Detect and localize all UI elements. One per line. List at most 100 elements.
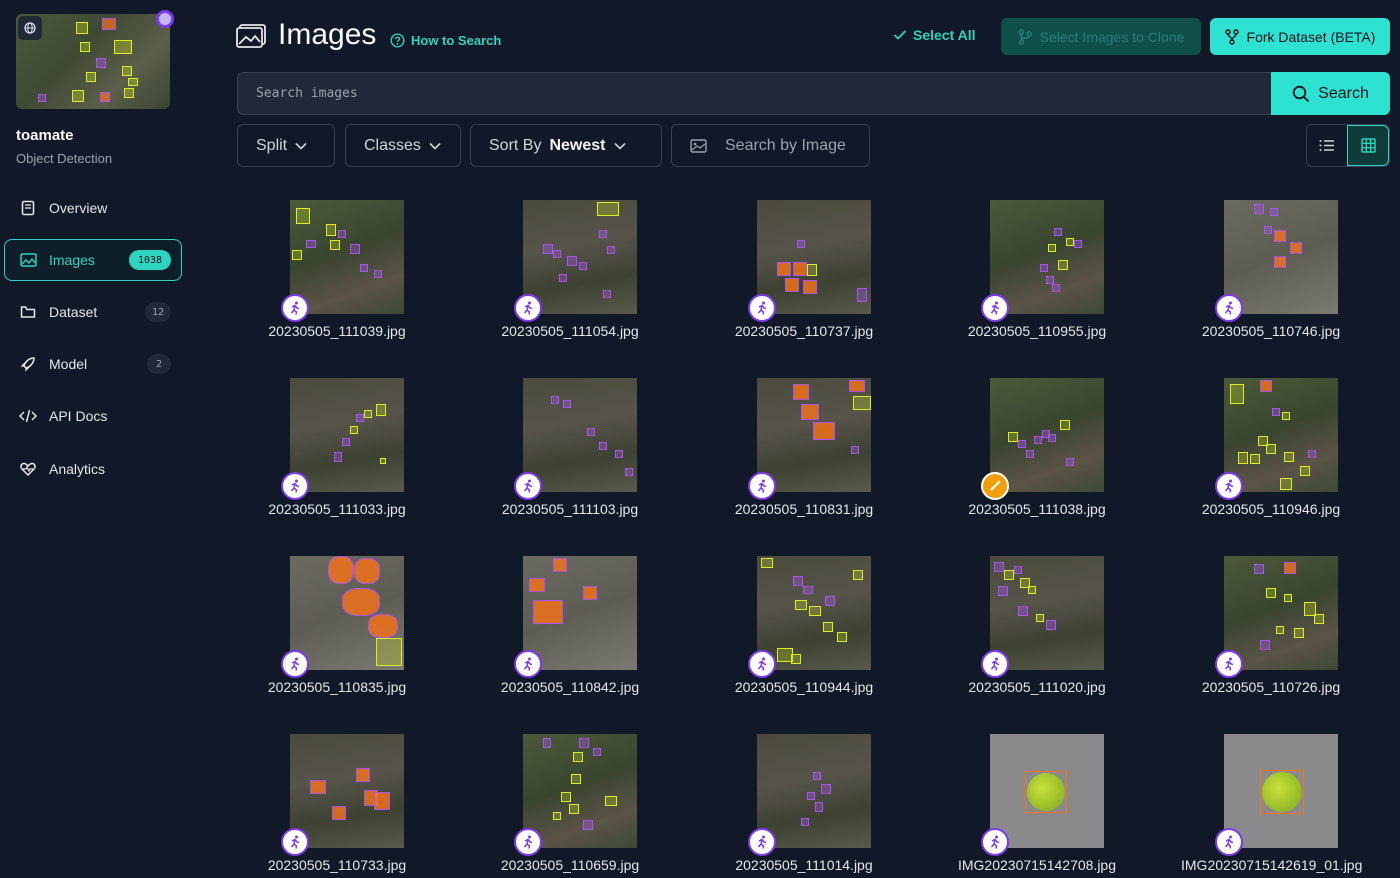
sidebar-item-api-docs[interactable]: API Docs	[4, 395, 182, 437]
image-filename: 20230505_110659.jpg	[500, 857, 640, 873]
image-tile[interactable]: 20230505_110831.jpg	[714, 378, 894, 548]
image-filename: 20230505_111033.jpg	[268, 501, 406, 517]
image-tile[interactable]: 20230505_111054.jpg	[480, 200, 660, 370]
person-run-icon	[514, 650, 542, 678]
select-all-label: Select All	[913, 27, 976, 43]
image-thumbnail	[523, 200, 637, 314]
image-tile[interactable]: 20230505_110726.jpg	[1181, 556, 1361, 726]
image-filename: 20230505_110835.jpg	[267, 679, 407, 695]
fork-dataset-button[interactable]: Fork Dataset (BETA)	[1210, 18, 1390, 55]
view-toggle	[1306, 124, 1390, 167]
person-run-icon	[514, 294, 542, 322]
split-label: Split	[256, 136, 288, 154]
project-name: toamate	[16, 127, 74, 144]
sidebar-item-label: Images	[49, 252, 95, 268]
image-tile[interactable]: 20230505_110946.jpg	[1181, 378, 1361, 548]
grid-icon	[1360, 138, 1376, 153]
list-icon	[1319, 140, 1334, 151]
image-tile[interactable]: 20230505_110733.jpg	[247, 734, 427, 878]
image-tile[interactable]: 20230505_111103.jpg	[480, 378, 660, 548]
sidebar-item-label: Model	[49, 356, 88, 372]
classes-dropdown[interactable]: Classes	[345, 124, 461, 167]
how-to-search-link[interactable]: How to Search	[390, 33, 501, 48]
person-run-icon	[281, 650, 309, 678]
image-thumbnail	[1224, 556, 1338, 670]
project-type: Object Detection	[16, 151, 113, 166]
image-thumbnail	[290, 556, 404, 670]
person-run-icon	[748, 828, 776, 856]
image-thumbnail	[990, 378, 1104, 492]
person-run-icon	[1215, 828, 1243, 856]
image-tile[interactable]: 20230505_110944.jpg	[714, 556, 894, 726]
image-filename: 20230505_110955.jpg	[967, 323, 1107, 339]
image-tile[interactable]: 20230505_110737.jpg	[714, 200, 894, 370]
how-to-search-label: How to Search	[411, 33, 502, 48]
image-tile[interactable]: 20230505_110659.jpg	[480, 734, 660, 878]
sidebar-item-overview[interactable]: Overview	[4, 187, 182, 229]
image-filename: 20230505_110946.jpg	[1201, 501, 1341, 517]
fork-icon	[1224, 28, 1239, 45]
image-thumbnail	[290, 378, 404, 492]
globe-icon[interactable]	[18, 16, 42, 40]
image-tile[interactable]: 20230505_111014.jpg	[714, 734, 894, 878]
image-tile[interactable]: IMG20230715142619_01.jpg	[1181, 734, 1362, 878]
split-dropdown[interactable]: Split	[237, 124, 335, 167]
sidebar-item-label: Dataset	[49, 304, 98, 320]
grid-view-button[interactable]	[1347, 125, 1389, 166]
person-run-icon	[281, 828, 309, 856]
list-view-button[interactable]	[1307, 125, 1347, 166]
select-images-to-clone-button[interactable]: Select Images to Clone	[1001, 18, 1201, 55]
rocket-icon	[19, 355, 37, 373]
sidebar-item-model[interactable]: Model 2	[4, 343, 182, 385]
person-run-icon	[1215, 650, 1243, 678]
code-icon	[19, 407, 37, 425]
sidebar: toamate Object Detection Overview Images…	[0, 0, 200, 878]
image-tile[interactable]: 20230505_111033.jpg	[247, 378, 427, 548]
image-tile[interactable]: 20230505_110955.jpg	[947, 200, 1127, 370]
image-thumbnail	[290, 200, 404, 314]
images-icon	[19, 251, 37, 269]
chevron-down-icon	[295, 142, 307, 150]
model-count-badge: 2	[147, 354, 171, 374]
image-filename: 20230505_110944.jpg	[734, 679, 874, 695]
image-tile[interactable]: IMG20230715142708.jpg	[947, 734, 1127, 878]
image-thumbnail	[1224, 378, 1338, 492]
select-all-button[interactable]: Select All	[893, 27, 976, 43]
sidebar-item-analytics[interactable]: Analytics	[4, 448, 182, 490]
image-tile[interactable]: 20230505_110842.jpg	[480, 556, 660, 726]
image-filename: 20230505_111014.jpg	[735, 857, 873, 873]
sort-by-dropdown[interactable]: Sort By Newest	[470, 124, 662, 167]
person-run-icon	[748, 650, 776, 678]
search-by-image-label: Search by Image	[725, 136, 846, 154]
search-input[interactable]	[256, 86, 1271, 101]
page-title: Images	[278, 18, 377, 51]
search-by-image-button[interactable]: Search by Image	[671, 124, 870, 167]
search-button[interactable]: Search	[1271, 72, 1390, 115]
image-tile[interactable]: 20230505_111038.jpg	[947, 378, 1127, 548]
image-thumbnail	[1224, 734, 1338, 848]
chevron-down-icon	[429, 142, 441, 150]
chevron-down-icon	[613, 142, 626, 150]
images-count-badge: 1038	[129, 250, 171, 270]
image-thumbnail	[523, 378, 637, 492]
person-run-icon	[281, 472, 309, 500]
dataset-count-badge: 12	[144, 302, 171, 322]
sort-by-label: Sort By	[489, 136, 542, 154]
image-tile[interactable]: 20230505_111039.jpg	[247, 200, 427, 370]
sidebar-item-label: Overview	[49, 200, 108, 216]
git-branch-icon	[1018, 28, 1032, 45]
image-tile[interactable]: 20230505_110835.jpg	[247, 556, 427, 726]
search-button-label: Search	[1318, 84, 1369, 102]
sidebar-item-label: API Docs	[49, 408, 108, 424]
sidebar-item-dataset[interactable]: Dataset 12	[4, 291, 182, 333]
image-tile[interactable]: 20230505_111020.jpg	[947, 556, 1127, 726]
sidebar-item-images[interactable]: Images 1038	[4, 239, 182, 281]
person-run-icon	[514, 472, 542, 500]
image-tile[interactable]: 20230505_110746.jpg	[1181, 200, 1361, 370]
classes-label: Classes	[364, 136, 421, 154]
image-icon	[690, 138, 707, 153]
person-run-icon	[1215, 294, 1243, 322]
search-icon	[1292, 85, 1310, 102]
folder-icon	[19, 303, 37, 321]
image-filename: 20230505_111039.jpg	[268, 323, 406, 339]
